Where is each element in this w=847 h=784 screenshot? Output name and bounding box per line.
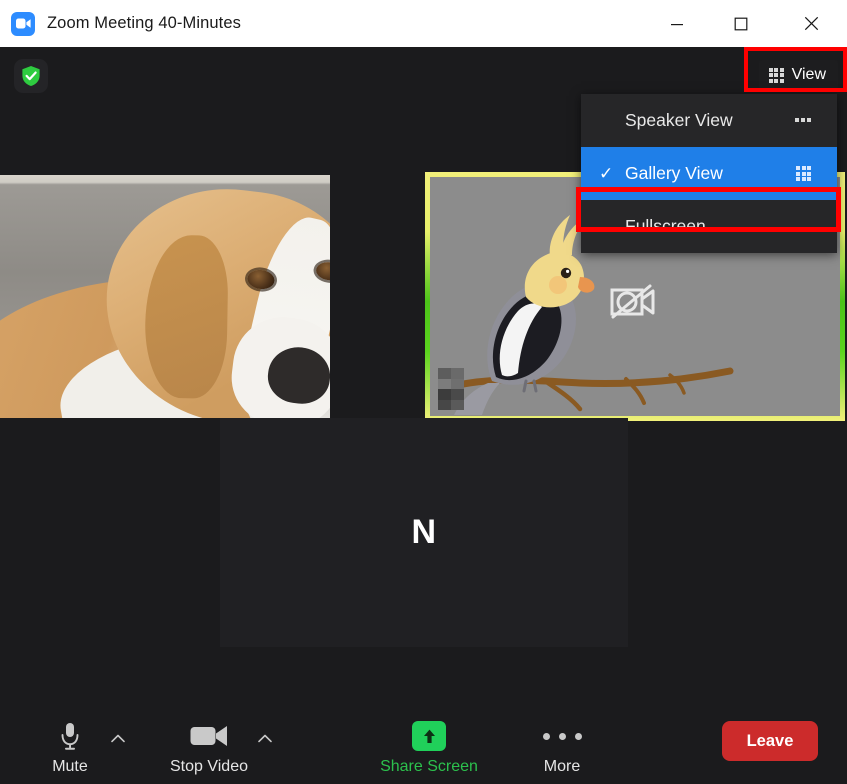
- window-title: Zoom Meeting 40-Minutes: [47, 14, 241, 32]
- participant-name-label-censored: [438, 368, 464, 410]
- menu-item-speaker-view-label: Speaker View: [625, 110, 733, 130]
- leave-button[interactable]: Leave: [722, 721, 818, 761]
- camera-off-icon: [610, 283, 656, 326]
- titlebar-left: Zoom Meeting 40-Minutes: [0, 11, 647, 36]
- mute-button-label: Mute: [52, 758, 88, 775]
- menu-item-fullscreen[interactable]: Fullscreen: [581, 200, 837, 253]
- share-screen-button-label: Share Screen: [380, 758, 478, 775]
- ellipsis-icon: [542, 717, 582, 755]
- zoom-camera-icon: [11, 11, 35, 36]
- view-button[interactable]: View: [758, 60, 838, 90]
- view-dropdown-menu: Speaker View ✓ Gallery View Fullscreen: [581, 94, 837, 253]
- meeting-toolbar: Mute Stop Video Share Screen More Leave: [0, 700, 847, 784]
- share-screen-icon: [412, 717, 446, 755]
- dog-photo-ear: [143, 234, 229, 400]
- shield-check-icon: [21, 65, 41, 87]
- minimize-icon[interactable]: [647, 0, 707, 47]
- mute-options-chevron-up-icon[interactable]: [108, 728, 128, 748]
- more-button-label: More: [543, 758, 581, 775]
- menu-item-gallery-view-label: Gallery View: [625, 163, 723, 183]
- stop-video-button-label: Stop Video: [170, 758, 248, 775]
- stop-video-button[interactable]: Stop Video: [166, 717, 252, 776]
- maximize-icon[interactable]: [707, 0, 775, 47]
- menu-item-fullscreen-label: Fullscreen: [625, 216, 706, 236]
- menu-item-gallery-view[interactable]: ✓ Gallery View: [581, 147, 837, 200]
- more-button[interactable]: More: [519, 717, 605, 776]
- window-controls: [647, 0, 847, 47]
- window-titlebar: Zoom Meeting 40-Minutes: [0, 0, 847, 47]
- grid-3x3-icon: [796, 166, 811, 181]
- avatar-initial: N: [411, 513, 437, 551]
- microphone-icon: [59, 717, 81, 755]
- video-tile-avatar[interactable]: N: [220, 418, 628, 647]
- view-button-label: View: [791, 66, 826, 83]
- leave-button-label: Leave: [746, 731, 794, 750]
- close-icon[interactable]: [775, 0, 847, 47]
- mute-button[interactable]: Mute: [27, 717, 113, 776]
- share-screen-button[interactable]: Share Screen: [380, 717, 478, 776]
- video-tile-dog[interactable]: [0, 175, 330, 418]
- video-camera-icon: [190, 717, 228, 755]
- grid-3x3-icon: [768, 67, 784, 83]
- dog-photo: [0, 175, 330, 418]
- menu-item-speaker-view[interactable]: Speaker View: [581, 94, 837, 147]
- video-options-chevron-up-icon[interactable]: [255, 728, 275, 748]
- dog-video-content: [0, 175, 330, 418]
- speaker-view-icon: [795, 117, 811, 124]
- meeting-area: View N Speaker View ✓ Gallery View Fulls…: [0, 47, 847, 784]
- security-shield-badge[interactable]: [14, 59, 48, 93]
- gallery-view-check-icon: ✓: [599, 164, 614, 183]
